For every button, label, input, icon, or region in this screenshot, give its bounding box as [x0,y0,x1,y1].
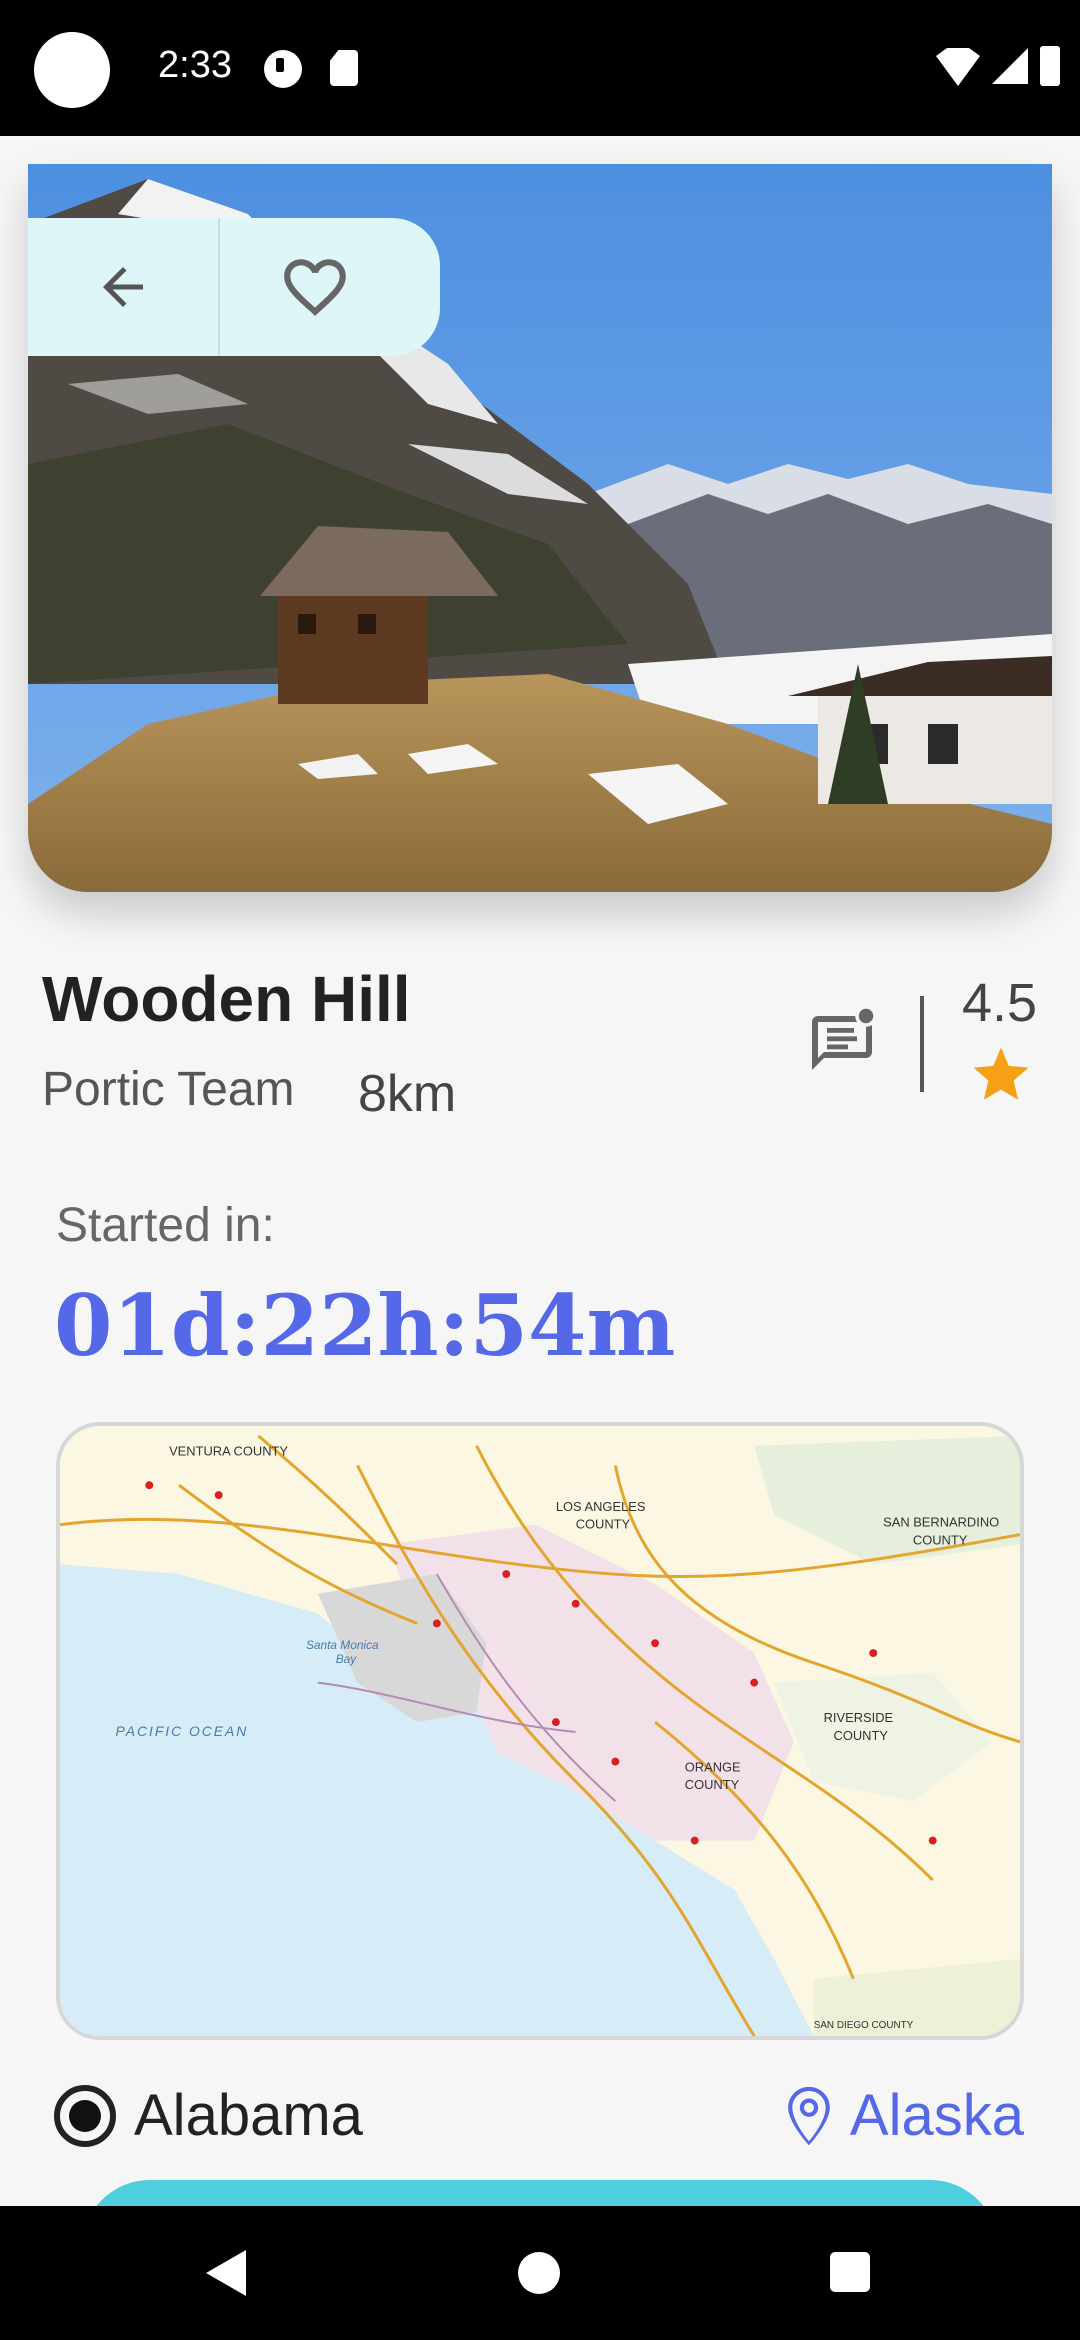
route-map[interactable]: VENTURA COUNTY LOS ANGELES COUNTY SAN BE… [56,1422,1024,2040]
route-origin: Alabama [54,2082,363,2149]
route-destination: Alaska [784,2082,1024,2149]
nav-back-icon[interactable] [206,2250,246,2296]
tour-distance: 8km [358,1065,457,1123]
origin-radio-icon [54,2084,116,2147]
comment-icon[interactable] [806,1004,878,1076]
origin-label: Alabama [134,2083,363,2148]
tour-team: Portic Team [42,1063,295,1116]
hero-action-bar [28,218,440,356]
camera-cutout [34,32,110,108]
navigation-bar [0,2206,1080,2340]
destination-label: Alaska [849,2083,1024,2148]
map-label-bay: Bay [336,1652,358,1666]
elapsed-timer: 01d:22h:54m [54,1276,676,1375]
map-label-orange: ORANGE [685,1759,741,1774]
map-label-pacific: PACIFIC OCEAN [116,1723,249,1739]
rating-divider [920,996,924,1092]
map-label-riverside-county: COUNTY [834,1728,889,1743]
status-bar: 2:33 [0,0,1080,136]
map-label-la: LOS ANGELES [556,1499,646,1514]
map-label-ventura: VENTURA COUNTY [169,1444,288,1459]
wifi-icon [936,48,980,86]
map-label-la-county: COUNTY [576,1517,631,1532]
battery-icon [1040,46,1060,86]
notification-icon [264,50,302,88]
favorite-button[interactable] [220,218,410,356]
tour-detail-screen: Wooden Hill Portic Team 8km 4.5 Started … [0,136,1080,2316]
map-label-sanbern-county: COUNTY [913,1532,968,1547]
map-label-orange-county: COUNTY [685,1777,740,1792]
heart-outline-icon [284,259,346,316]
nav-home-icon[interactable] [518,2252,560,2294]
location-pin-icon [788,2086,830,2145]
status-time: 2:33 [158,44,232,86]
signal-icon [992,48,1028,84]
arrow-back-icon [103,267,143,307]
started-label: Started in: [56,1199,275,1252]
map-label-sandiego: SAN DIEGO COUNTY [814,2020,914,2031]
tour-rating: 4.5 [962,973,1038,1033]
star-icon [973,1047,1029,1100]
sd-card-icon [330,50,358,86]
map-label-sanbern: SAN BERNARDINO [883,1515,999,1530]
back-button[interactable] [28,218,218,356]
map-label-riverside: RIVERSIDE [824,1710,894,1725]
nav-recents-icon[interactable] [830,2252,870,2292]
tour-title: Wooden Hill [42,963,411,1035]
map-label-santamonica: Santa Monica [306,1638,379,1652]
